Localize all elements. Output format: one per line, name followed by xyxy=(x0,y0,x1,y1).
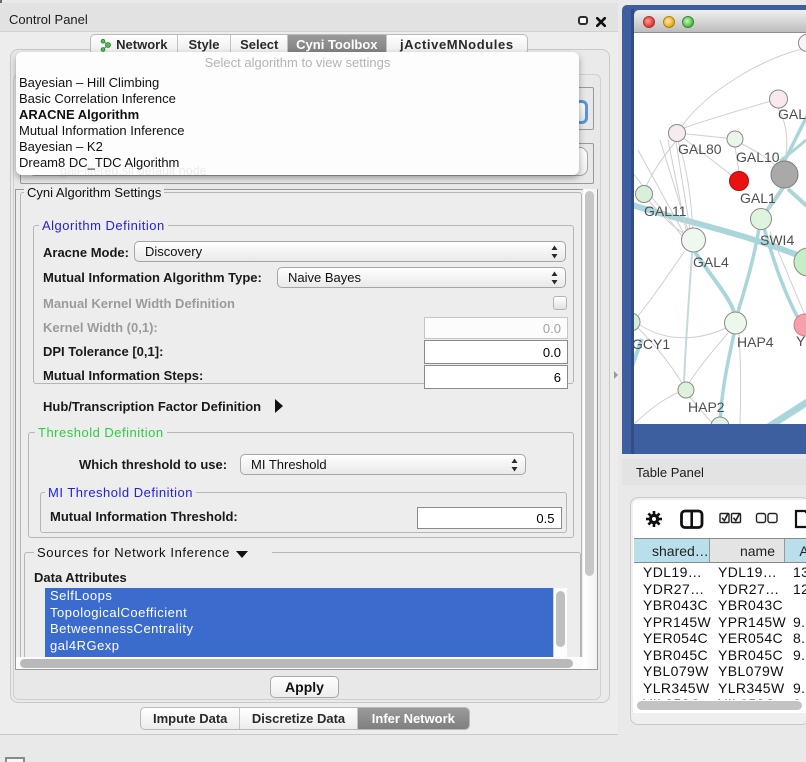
svg-text:GAL4: GAL4 xyxy=(693,254,729,270)
svg-text:SWI4: SWI4 xyxy=(760,232,794,248)
svg-text:GAL11: GAL11 xyxy=(644,203,687,219)
svg-text:GAL80: GAL80 xyxy=(678,141,722,157)
svg-text:GAL7: GAL7 xyxy=(778,106,806,122)
svg-text:HAP4: HAP4 xyxy=(737,334,774,350)
svg-text:HAP2: HAP2 xyxy=(688,399,725,415)
svg-text:GCY1: GCY1 xyxy=(634,336,670,352)
svg-text:Y: Y xyxy=(796,333,806,349)
svg-text:GAL10: GAL10 xyxy=(736,149,780,165)
svg-text:GAL1: GAL1 xyxy=(740,190,776,206)
